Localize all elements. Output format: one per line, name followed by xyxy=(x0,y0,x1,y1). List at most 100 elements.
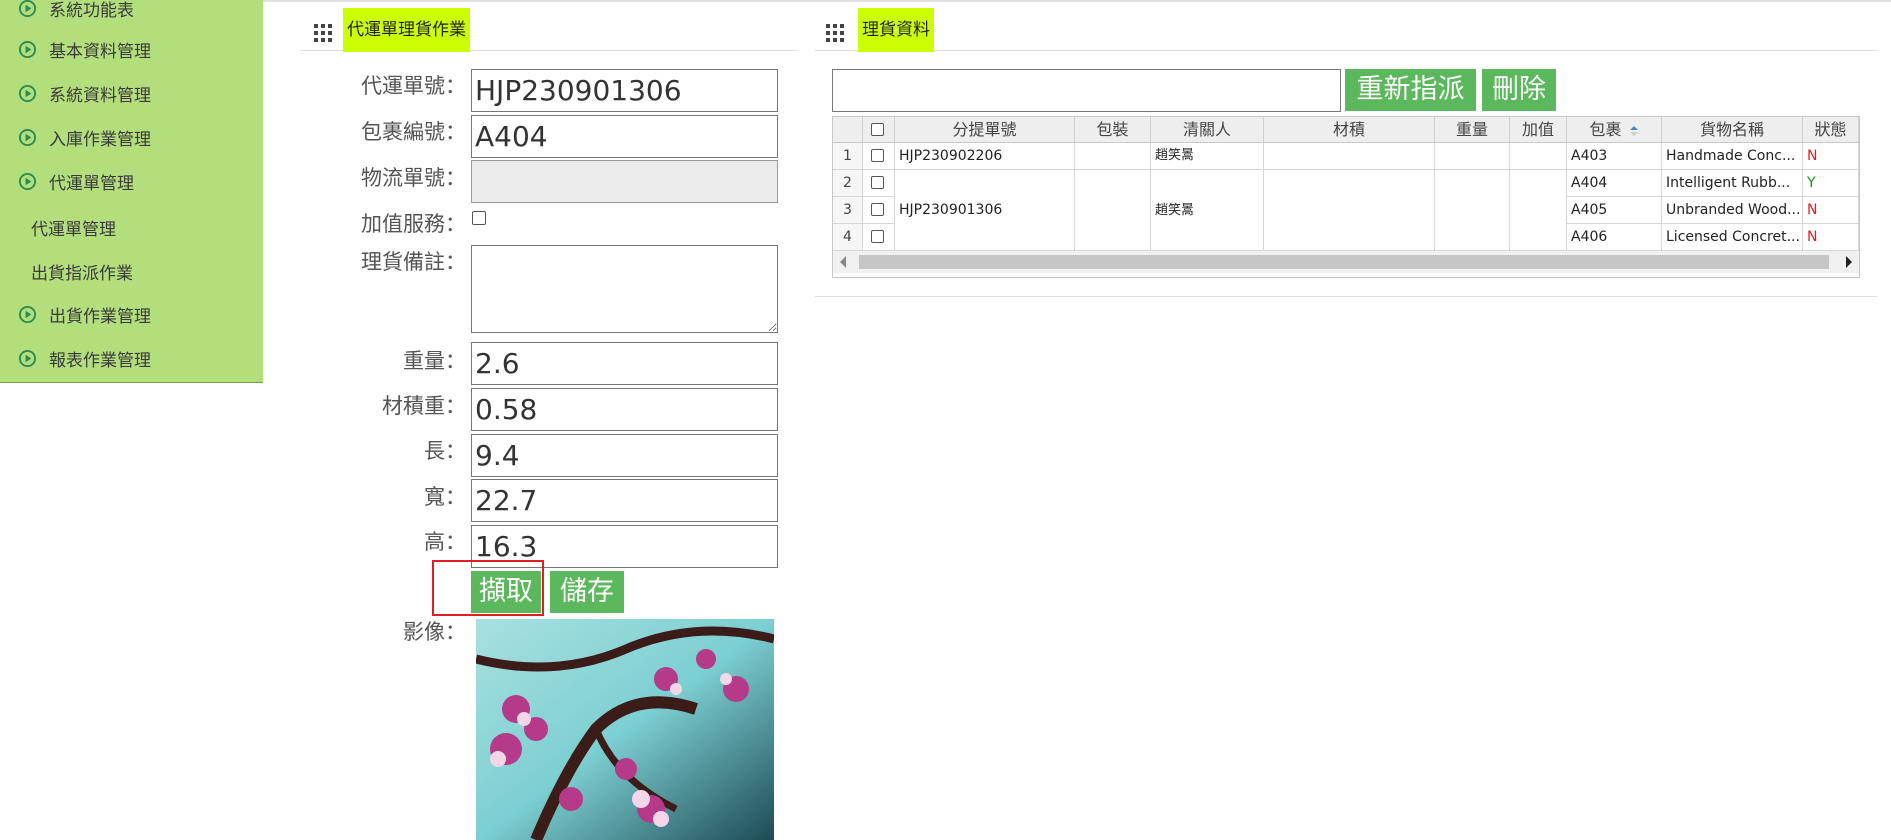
vol-weight-input[interactable] xyxy=(471,388,778,431)
left-panel-header: 代運單理貨作業 xyxy=(300,6,797,52)
volume-cell xyxy=(1264,170,1435,251)
select-all-checkbox[interactable] xyxy=(871,123,884,136)
scroll-left-icon[interactable] xyxy=(839,256,847,268)
volume-cell xyxy=(1264,143,1435,170)
value-added-cell xyxy=(1510,170,1567,251)
value-added-label: 加值服務： xyxy=(361,212,466,236)
right-panel-title: 理貨資料 xyxy=(858,8,934,52)
red-callout-box xyxy=(432,560,544,616)
row-number: 3 xyxy=(833,197,863,224)
header-volume[interactable]: 材積 xyxy=(1264,117,1435,143)
scroll-right-icon[interactable] xyxy=(1845,256,1853,268)
goods-name-cell: Unbranded Wood... xyxy=(1662,197,1803,224)
header-goods-name[interactable]: 貨物名稱 xyxy=(1662,117,1803,143)
grid-icon xyxy=(826,24,844,42)
order-no-input[interactable] xyxy=(471,69,778,112)
weight-label: 重量： xyxy=(403,349,466,373)
save-button[interactable]: 儲存 xyxy=(550,571,624,613)
row-checkbox[interactable] xyxy=(871,149,884,162)
product-image xyxy=(476,619,774,840)
play-circle-icon xyxy=(18,172,37,190)
clearance-person-cell: 趙笑暠 xyxy=(1151,170,1264,251)
package-cell: A405 xyxy=(1567,197,1662,224)
row-checkbox[interactable] xyxy=(871,203,884,216)
packing-cell xyxy=(1075,170,1151,251)
sort-asc-icon xyxy=(1629,125,1638,136)
row-checkbox[interactable] xyxy=(871,176,884,189)
sidebar-item-system-data[interactable]: 系統資料管理 xyxy=(18,78,151,108)
play-circle-icon xyxy=(18,128,37,146)
select-all-header xyxy=(863,117,895,143)
top-border xyxy=(0,0,1891,2)
height-label: 高： xyxy=(424,530,466,554)
width-label: 寬： xyxy=(424,485,466,509)
row-number: 2 xyxy=(833,170,863,197)
order-no-label: 代運單號： xyxy=(361,74,466,98)
horizontal-scrollbar[interactable] xyxy=(833,251,1859,273)
search-input[interactable] xyxy=(832,69,1341,112)
scrollbar-thumb[interactable] xyxy=(859,255,1829,269)
header-clearance-person[interactable]: 清關人 xyxy=(1151,117,1264,143)
sidebar: 系統功能表 基本資料管理 系統資料管理 入庫作業管理 代運單管理 代運單管理 出… xyxy=(0,0,263,383)
remark-textarea[interactable] xyxy=(471,245,778,333)
header-bill-no[interactable]: 分提單號 xyxy=(895,117,1075,143)
play-circle-icon xyxy=(18,40,37,58)
right-panel-header: 理貨資料 xyxy=(815,6,1877,52)
sidebar-item-basic-data[interactable]: 基本資料管理 xyxy=(18,34,151,64)
row-checkbox[interactable] xyxy=(871,230,884,243)
header-package[interactable]: 包裹 xyxy=(1567,117,1662,143)
sidebar-item-inbound[interactable]: 入庫作業管理 xyxy=(18,122,151,152)
remark-label: 理貨備註： xyxy=(361,250,466,274)
status-cell: N xyxy=(1803,143,1859,170)
weight-cell xyxy=(1435,170,1510,251)
package-no-label: 包裹編號： xyxy=(361,120,466,144)
sidebar-item-label: 出貨作業管理 xyxy=(49,306,151,327)
sidebar-item-label: 報表作業管理 xyxy=(49,350,151,371)
row-select-cell xyxy=(863,143,895,170)
status-cell: Y xyxy=(1803,170,1859,197)
bill-no-cell: HJP230902206 xyxy=(895,143,1075,170)
sidebar-item-outbound[interactable]: 出貨作業管理 xyxy=(18,299,151,329)
vol-weight-label: 材積重： xyxy=(382,394,466,418)
weight-cell xyxy=(1435,143,1510,170)
status-cell: N xyxy=(1803,197,1859,224)
header-package-label: 包裹 xyxy=(1589,120,1622,139)
logistics-no-input xyxy=(471,160,778,203)
row-number: 1 xyxy=(833,143,863,170)
sidebar-item-label: 系統功能表 xyxy=(49,0,134,21)
package-cell: A403 xyxy=(1567,143,1662,170)
left-panel-title: 代運單理貨作業 xyxy=(343,8,470,52)
value-added-checkbox[interactable] xyxy=(472,211,486,225)
package-no-input[interactable] xyxy=(471,115,778,158)
sidebar-item-system-menu[interactable]: 系統功能表 xyxy=(18,0,134,23)
value-added-cell xyxy=(1510,143,1567,170)
sidebar-subitem-order-management[interactable]: 代運單管理 xyxy=(31,215,116,240)
length-input[interactable] xyxy=(471,434,778,477)
image-label: 影像： xyxy=(403,620,466,644)
delete-button[interactable]: 刪除 xyxy=(1482,69,1556,111)
play-circle-icon xyxy=(18,349,37,367)
clearance-person-cell: 趙笑暠 xyxy=(1151,143,1264,170)
play-circle-icon xyxy=(18,84,37,102)
goods-name-cell: Licensed Concret... xyxy=(1662,224,1803,251)
header-value-added[interactable]: 加值 xyxy=(1510,117,1567,143)
sidebar-item-label: 代運單管理 xyxy=(49,173,134,194)
length-label: 長： xyxy=(424,439,466,463)
sidebar-subitem-dispatch[interactable]: 出貨指派作業 xyxy=(31,259,133,284)
cargo-data-grid: 分提單號 包裝 清關人 材積 重量 加值 包裹 貨物名稱 狀態 1 2 3 4 … xyxy=(832,116,1860,278)
weight-input[interactable] xyxy=(471,342,778,385)
sidebar-item-shipping-orders[interactable]: 代運單管理 xyxy=(18,166,134,196)
header-packing[interactable]: 包裝 xyxy=(1075,117,1151,143)
sidebar-item-label: 系統資料管理 xyxy=(49,85,151,106)
header-weight[interactable]: 重量 xyxy=(1435,117,1510,143)
rownum-header xyxy=(833,117,863,143)
row-select-cell xyxy=(863,170,895,197)
row-number: 4 xyxy=(833,224,863,251)
packing-cell xyxy=(1075,143,1151,170)
width-input[interactable] xyxy=(471,479,778,522)
sidebar-item-reports[interactable]: 報表作業管理 xyxy=(18,343,151,373)
reassign-button[interactable]: 重新指派 xyxy=(1345,69,1476,111)
play-circle-icon xyxy=(18,0,37,17)
header-status[interactable]: 狀態 xyxy=(1803,117,1859,143)
row-select-cell xyxy=(863,224,895,251)
